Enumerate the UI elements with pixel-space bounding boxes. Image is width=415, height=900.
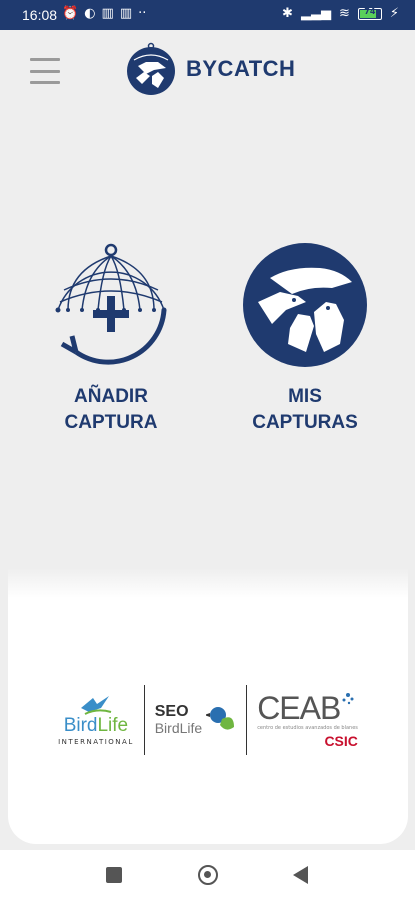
ceab-csic-logo: CEAB centro de estudios avanzados de bla… bbox=[257, 692, 358, 749]
home-icon[interactable] bbox=[198, 865, 218, 885]
my-captures-button[interactable]: MIS CAPTURAS bbox=[220, 240, 390, 436]
main-actions: AÑADIR CAPTURA MIS CAPTURAS bbox=[0, 240, 415, 440]
trash-icon: ▥ bbox=[119, 6, 133, 21]
seo-line1: SEO bbox=[154, 703, 189, 720]
recent-apps-icon[interactable] bbox=[106, 867, 122, 883]
bluetooth-icon: ✱ bbox=[282, 6, 293, 21]
logo-divider bbox=[143, 685, 145, 755]
my-captures-label-line2: CAPTURAS bbox=[252, 412, 358, 433]
add-capture-label-line1: AÑADIR bbox=[74, 386, 148, 407]
app-icon: ◐ bbox=[84, 6, 96, 21]
birdlife-subtitle: INTERNATIONAL bbox=[58, 738, 134, 746]
seo-birdlife-logo: SEO BirdLife bbox=[155, 704, 236, 736]
seabirds-icon bbox=[243, 243, 367, 367]
system-icons: ✱ ▂▃▅ ≋ 74 ⚡ bbox=[282, 6, 399, 21]
seo-line2: BirdLife bbox=[154, 720, 203, 736]
more-icon: ·· bbox=[138, 6, 147, 21]
partners-panel: BirdLife INTERNATIONAL SEO BirdLife CEAB bbox=[8, 568, 408, 844]
birdlife-logo: BirdLife INTERNATIONAL bbox=[58, 694, 134, 746]
app-brand: BYCATCH bbox=[124, 42, 295, 96]
notification-icons: ⏰ ◐ ▥ ▥ ·· bbox=[62, 6, 146, 21]
ceab-dots-icon bbox=[342, 692, 354, 704]
wifi-icon: ≋ bbox=[338, 6, 350, 21]
logo-divider bbox=[246, 685, 248, 755]
partner-logos: BirdLife INTERNATIONAL SEO BirdLife CEAB bbox=[8, 680, 408, 760]
birdlife-name-part2: Life bbox=[97, 715, 129, 736]
add-capture-net-icon bbox=[55, 243, 167, 365]
my-captures-label-line1: MIS bbox=[288, 386, 322, 407]
charging-icon: ⚡ bbox=[389, 6, 399, 21]
add-capture-button[interactable]: AÑADIR CAPTURA bbox=[26, 240, 196, 436]
birdlife-bird-icon bbox=[80, 696, 112, 715]
status-bar: 16:08 ⏰ ◐ ▥ ▥ ·· ✱ ▂▃▅ ≋ 74 ⚡ bbox=[0, 0, 415, 30]
battery-icon: 74 bbox=[357, 6, 382, 20]
kingfisher-icon bbox=[206, 707, 235, 730]
battery-percent: 74 bbox=[364, 6, 376, 16]
back-icon[interactable] bbox=[293, 866, 308, 884]
alarm-icon: ⏰ bbox=[62, 6, 79, 21]
system-nav-bar bbox=[0, 850, 415, 900]
ceab-name: CEAB bbox=[257, 689, 341, 726]
ceab-subtitle: centro de estudios avanzados de blanes bbox=[257, 724, 358, 731]
add-capture-label-line2: CAPTURA bbox=[64, 412, 158, 433]
status-time: 16:08 bbox=[22, 7, 58, 23]
signal-icon: ▂▃▅ bbox=[300, 6, 331, 21]
hamburger-menu-icon[interactable] bbox=[30, 58, 60, 84]
bycatch-logo-icon bbox=[127, 42, 175, 95]
trash-icon: ▥ bbox=[101, 6, 114, 21]
app-title: BYCATCH bbox=[186, 56, 296, 81]
csic-name: CSIC bbox=[324, 732, 358, 749]
app-header: BYCATCH bbox=[0, 30, 415, 110]
birdlife-name-part1: Bird bbox=[63, 715, 98, 736]
